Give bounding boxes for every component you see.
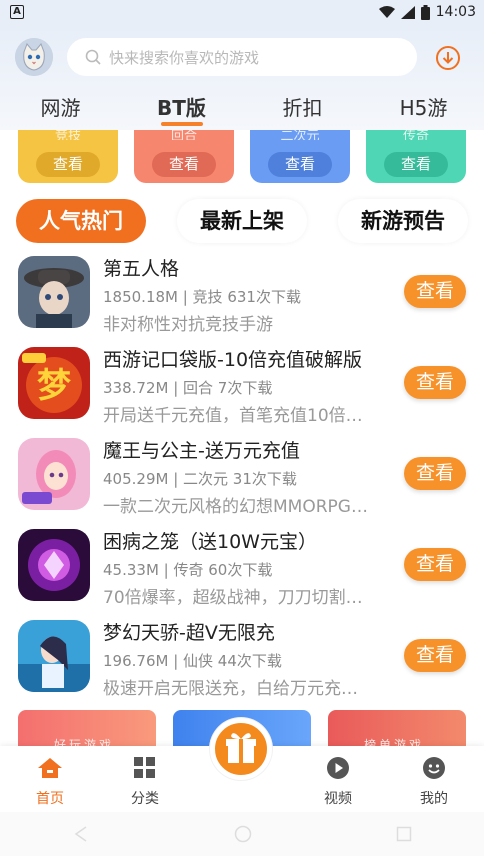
nav-home[interactable]: 首页: [20, 756, 80, 808]
cat-avatar-icon: [15, 38, 53, 76]
category-view-button[interactable]: 查看: [36, 152, 100, 177]
game-description: 极速开启无限送充，白给万元充…: [103, 679, 358, 699]
nav-label: 我的: [420, 791, 448, 807]
recent-apps-icon[interactable]: [396, 826, 412, 842]
game-row[interactable]: 魔王与公主-送万元充值 405.29M | 二次元 31次下载 一款二次元风格的…: [0, 436, 484, 526]
game-meta: 338.72M | 回合 7次下载: [103, 379, 273, 397]
category-view-button[interactable]: 查看: [268, 152, 332, 177]
banner-fun-games[interactable]: 好玩游戏: [18, 710, 156, 750]
game-description: 一款二次元风格的幻想MMORPG…: [103, 497, 368, 517]
grid-icon: [134, 757, 155, 778]
tab-online-games[interactable]: 网游: [0, 88, 121, 128]
home-circle-icon[interactable]: [234, 825, 252, 843]
segment-new-release[interactable]: 最新上架: [177, 199, 307, 243]
back-icon[interactable]: [72, 825, 90, 843]
game-name: 西游记口袋版-10倍充值破解版: [103, 349, 363, 371]
game-icon: [18, 256, 90, 328]
svg-text:梦: 梦: [37, 366, 71, 406]
nav-profile[interactable]: 我的: [404, 756, 464, 808]
tab-h5-games[interactable]: H5游: [363, 88, 484, 128]
game-meta: 45.33M | 传奇 60次下载: [103, 561, 273, 579]
game-row[interactable]: 困病之笼（送10W元宝） 45.33M | 传奇 60次下载 70倍爆率，超级战…: [0, 527, 484, 617]
game-icon: [18, 438, 90, 510]
tab-bt-version[interactable]: BT版: [121, 88, 242, 128]
bottom-nav: 首页 分类 视频 我的: [0, 718, 484, 812]
game-icon: [18, 529, 90, 601]
signal-icon: [400, 5, 415, 19]
category-label: 回合: [170, 130, 197, 140]
category-label: 二次元: [280, 130, 320, 140]
game-description: 70倍爆率，超级战神，刀刀切割…: [103, 588, 363, 608]
banner-ranking-games[interactable]: 榜单游戏: [328, 710, 466, 750]
search-input[interactable]: 快来搜索你喜欢的游戏: [67, 38, 417, 76]
play-video-icon: [327, 757, 349, 779]
segment-upcoming[interactable]: 新游预告: [338, 199, 468, 243]
status-bar: A 14:03: [0, 0, 484, 24]
status-time: 14:03: [435, 4, 476, 20]
game-meta: 196.76M | 仙侠 44次下载: [103, 652, 282, 670]
view-button[interactable]: 查看: [404, 275, 466, 308]
game-row[interactable]: 梦幻天骄-超V无限充 196.76M | 仙侠 44次下载 极速开启无限送充，白…: [0, 618, 484, 708]
app-notification-icon: A: [10, 5, 24, 19]
game-name: 梦幻天骄-超V无限充: [103, 622, 275, 644]
nav-label: 分类: [131, 791, 159, 807]
game-name: 魔王与公主-送万元充值: [103, 440, 300, 462]
nav-label: 视频: [324, 791, 352, 807]
category-card-anime[interactable]: 二次元 查看: [250, 130, 350, 183]
game-name: 第五人格: [103, 258, 180, 280]
category-card-legend[interactable]: 传奇 查看: [366, 130, 466, 183]
avatar[interactable]: [15, 38, 53, 76]
game-icon: [18, 620, 90, 692]
category-view-button[interactable]: 查看: [152, 152, 216, 177]
category-view-button[interactable]: 查看: [384, 152, 448, 177]
view-button[interactable]: 查看: [404, 457, 466, 490]
game-row[interactable]: 梦 西游记口袋版-10倍充值破解版 338.72M | 回合 7次下载 开局送千…: [0, 345, 484, 435]
category-cards: 竞技 查看 回合 查看 二次元 查看 传奇 查看: [0, 130, 484, 184]
download-icon[interactable]: [434, 44, 462, 72]
game-description: 非对称性对抗竞技手游: [103, 315, 273, 335]
game-row[interactable]: 第五人格 1850.18M | 竞技 631次下载 非对称性对抗竞技手游 查看: [0, 254, 484, 344]
game-meta: 1850.18M | 竞技 631次下载: [103, 288, 301, 306]
battery-icon: [420, 4, 430, 20]
header: 快来搜索你喜欢的游戏 网游 BT版 折扣 H5游: [0, 24, 484, 130]
system-status: 14:03: [378, 4, 476, 20]
home-icon: [38, 758, 62, 778]
category-card-competitive[interactable]: 竞技 查看: [18, 130, 118, 183]
game-description: 开局送千元充值，首笔充值10倍…: [103, 406, 363, 426]
search-placeholder: 快来搜索你喜欢的游戏: [109, 48, 260, 67]
top-tabs: 网游 BT版 折扣 H5游: [0, 88, 484, 128]
game-name: 困病之笼（送10W元宝）: [103, 531, 317, 553]
tab-discount[interactable]: 折扣: [242, 88, 363, 128]
category-card-turn-based[interactable]: 回合 查看: [134, 130, 234, 183]
search-icon: [85, 49, 101, 65]
system-nav-bar: [0, 812, 484, 856]
nav-label: 首页: [36, 791, 64, 807]
segment-popular[interactable]: 人气热门: [16, 199, 146, 243]
gift-button[interactable]: [210, 718, 272, 780]
gift-icon: [226, 733, 256, 763]
category-label: 竞技: [54, 130, 81, 140]
nav-video[interactable]: 视频: [308, 756, 368, 808]
wifi-icon: [378, 5, 395, 18]
game-icon: 梦: [18, 347, 90, 419]
game-meta: 405.29M | 二次元 31次下载: [103, 470, 297, 488]
profile-face-icon: [423, 757, 445, 779]
category-label: 传奇: [402, 130, 429, 140]
nav-category[interactable]: 分类: [115, 756, 175, 808]
view-button[interactable]: 查看: [404, 548, 466, 581]
view-button[interactable]: 查看: [404, 639, 466, 672]
view-button[interactable]: 查看: [404, 366, 466, 399]
